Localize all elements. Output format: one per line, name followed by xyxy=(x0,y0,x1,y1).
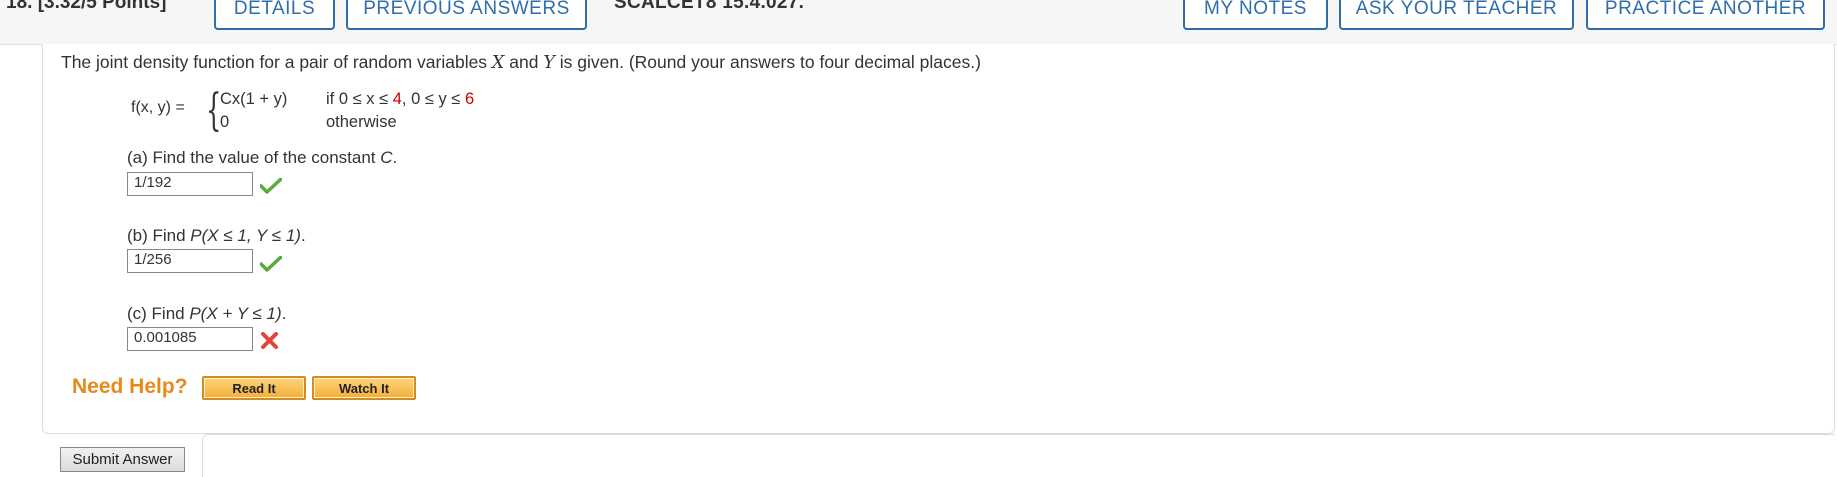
details-button[interactable]: DETAILS xyxy=(214,0,335,30)
part-b-label: (b) Find P(X ≤ 1, Y ≤ 1). xyxy=(127,226,306,245)
case1-condition: if 0 ≤ x ≤ 4, 0 ≤ y ≤ 6 xyxy=(326,90,475,108)
read-it-button[interactable]: Read It xyxy=(202,376,306,400)
previous-answers-button[interactable]: PREVIOUS ANSWERS xyxy=(346,0,587,30)
submit-answer-button[interactable]: Submit Answer xyxy=(60,447,185,472)
part-a-label: (a) Find the value of the constant C. xyxy=(127,148,398,167)
question-body xyxy=(42,44,1835,434)
part-c-label: (c) Find P(X + Y ≤ 1). xyxy=(127,304,287,323)
assignment-id: SCALCET8 15.4.027. xyxy=(614,0,805,13)
x-max-value: 4 xyxy=(392,90,402,108)
my-notes-button[interactable]: MY NOTES xyxy=(1183,0,1328,30)
part-b-answer-field[interactable]: 1/256 xyxy=(127,249,253,273)
case2-expression: 0 xyxy=(220,113,230,131)
case2-condition: otherwise xyxy=(326,113,397,131)
question-header: 18. [3.32/5 Points] DETAILS PREVIOUS ANS… xyxy=(0,0,1837,45)
question-number-points: 18. [3.32/5 Points] xyxy=(6,0,167,13)
problem-prompt: The joint density function for a pair of… xyxy=(61,52,981,73)
y-max-value: 6 xyxy=(464,90,475,108)
need-help-heading: Need Help? xyxy=(72,375,188,398)
correct-check-icon xyxy=(260,256,282,272)
submit-area-frame xyxy=(202,434,1835,477)
function-label: f(x, y) = xyxy=(131,99,185,116)
part-a-answer-field[interactable]: 1/192 xyxy=(127,172,253,196)
ask-your-teacher-button[interactable]: ASK YOUR TEACHER xyxy=(1339,0,1574,30)
correct-check-icon xyxy=(260,178,282,194)
practice-another-button[interactable]: PRACTICE ANOTHER xyxy=(1586,0,1825,30)
part-c-answer-field[interactable]: 0.001085 xyxy=(127,327,253,351)
case1-expression: Cx(1 + y) xyxy=(220,90,288,108)
incorrect-x-icon xyxy=(261,332,278,349)
watch-it-button[interactable]: Watch It xyxy=(312,376,416,400)
